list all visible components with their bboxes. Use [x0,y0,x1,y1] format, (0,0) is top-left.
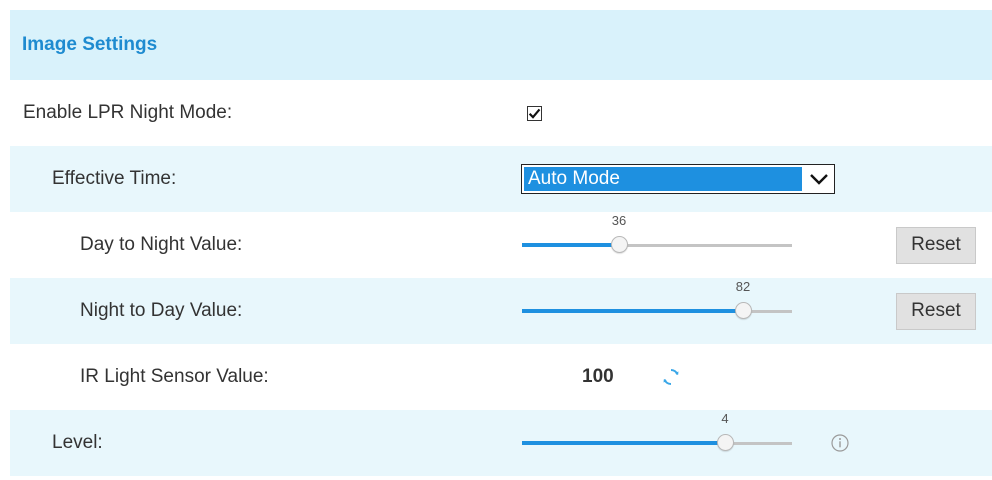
row-night-to-day: Night to Day Value: 82 Reset [10,278,992,344]
slider-fill [522,309,743,313]
checkmark-icon [528,108,541,119]
section-title: Image Settings [22,34,158,55]
chevron-down-icon [804,165,834,193]
day-to-night-label: Day to Night Value: [80,234,243,255]
row-level: Level: 4 [10,410,992,476]
row-lpr-night-mode: Enable LPR Night Mode: [10,80,992,146]
section-header: Image Settings [10,10,992,80]
slider-value: 4 [721,411,729,426]
slider-fill [522,441,725,445]
ir-light-sensor-label: IR Light Sensor Value: [80,366,269,387]
effective-time-select[interactable]: Auto Mode [521,164,835,194]
level-label: Level: [52,432,103,453]
day-to-night-slider[interactable]: 36 [522,213,792,255]
row-effective-time: Effective Time: Auto Mode [10,146,992,212]
refresh-icon[interactable] [661,367,681,387]
slider-thumb[interactable] [735,302,752,319]
row-day-to-night: Day to Night Value: 36 Reset [10,212,992,278]
ir-light-sensor-value: 100 [582,366,614,387]
info-icon[interactable] [830,433,850,453]
effective-time-selected: Auto Mode [524,167,802,191]
slider-thumb[interactable] [717,434,734,451]
night-to-day-reset-button[interactable]: Reset [896,292,976,330]
slider-value: 82 [735,279,751,294]
day-to-night-reset-button[interactable]: Reset [896,226,976,264]
lpr-night-mode-checkbox[interactable] [527,105,542,121]
row-ir-light-sensor: IR Light Sensor Value: 100 [10,344,992,410]
night-to-day-label: Night to Day Value: [80,300,243,321]
night-to-day-slider[interactable]: 82 [522,279,792,321]
effective-time-label: Effective Time: [52,168,177,189]
lpr-night-mode-label: Enable LPR Night Mode: [23,102,233,123]
image-settings-panel: Image Settings Enable LPR Night Mode: Ef… [10,10,992,476]
slider-thumb[interactable] [611,236,628,253]
slider-value: 36 [611,213,627,228]
level-slider[interactable]: 4 [522,411,792,453]
slider-fill [522,243,619,247]
